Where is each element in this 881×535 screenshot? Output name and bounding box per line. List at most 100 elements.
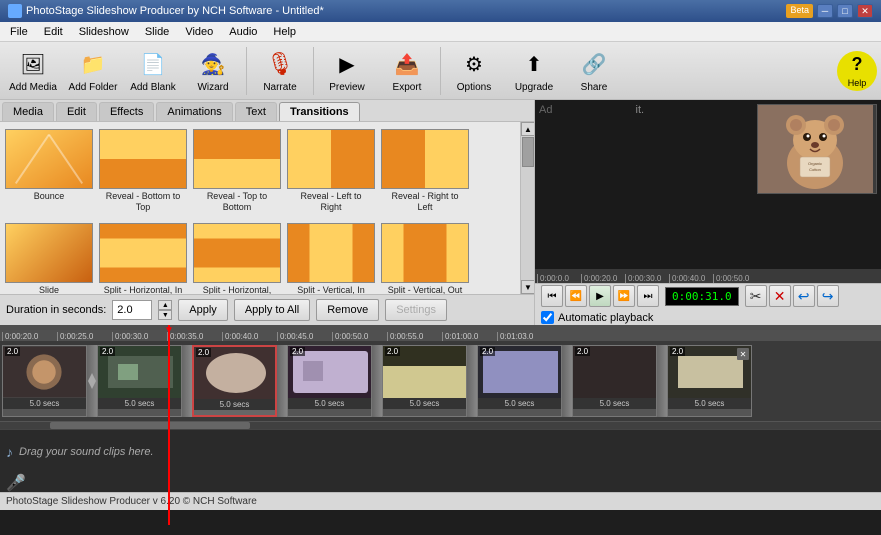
transition-marker-6	[562, 345, 572, 417]
transition-thumb-reveal-tb	[193, 129, 281, 189]
transition-slide[interactable]: Slide	[4, 220, 94, 294]
help-icon: ?	[841, 54, 873, 76]
tab-media[interactable]: Media	[2, 102, 54, 121]
export-button[interactable]: 📤 Export	[378, 45, 436, 97]
menu-help[interactable]: Help	[265, 22, 304, 41]
spin-down-button[interactable]: ▼	[158, 310, 172, 320]
tab-effects[interactable]: Effects	[99, 102, 154, 121]
share-button[interactable]: 🔗 Share	[565, 45, 623, 97]
clip-duration-5: 5.0 secs	[383, 398, 466, 409]
add-folder-button[interactable]: 📁 Add Folder	[64, 45, 122, 97]
scroll-up-button[interactable]: ▲	[521, 122, 534, 136]
svg-text:Cotton: Cotton	[809, 167, 821, 172]
timeline-clip-8[interactable]: 5.0 secs ✕ 2.0	[667, 345, 752, 417]
ruler-mark-6: 0:00:50.0	[332, 332, 387, 341]
timeline-track[interactable]: 5.0 secs 2.0 5.0 secs 2.0 5.0 secs 2.0 5…	[0, 341, 881, 421]
transition-label-reveal-rl: Reveal - Right to Left	[383, 191, 467, 213]
transition-thumb-split-hi	[99, 223, 187, 283]
spin-up-button[interactable]: ▲	[158, 300, 172, 310]
transition-thumb-split-vo	[381, 223, 469, 283]
narrate-button[interactable]: 🎙 Narrate	[251, 45, 309, 97]
apply-all-button[interactable]: Apply to All	[234, 299, 310, 321]
narrate-label: Narrate	[263, 82, 296, 93]
timeline-scroll-thumb[interactable]	[50, 422, 250, 429]
transition-label-split-vo: Split - Vertical, Out	[388, 285, 463, 294]
duration-input[interactable]	[112, 300, 152, 320]
ruler-tick-4: 0:00:50.0	[713, 274, 757, 283]
add-blank-icon: 📄	[137, 48, 169, 80]
upgrade-button[interactable]: ⬆ Upgrade	[505, 45, 563, 97]
maximize-button[interactable]: □	[837, 4, 853, 18]
close-button[interactable]: ✕	[857, 4, 873, 18]
tab-animations[interactable]: Animations	[156, 102, 232, 121]
apply-button[interactable]: Apply	[178, 299, 228, 321]
timeline-scrollbar[interactable]	[0, 421, 881, 429]
transition-thumb-split-ho	[193, 223, 281, 283]
minimize-button[interactable]: ─	[817, 4, 833, 18]
ruler-mark-8: 0:01:00.0	[442, 332, 497, 341]
timeline-clip-1[interactable]: 5.0 secs 2.0	[2, 345, 87, 417]
toolbar: 🖼 Add Media 📁 Add Folder 📄 Add Blank 🧙 W…	[0, 42, 881, 100]
toolbar-sep-3	[440, 47, 441, 95]
tab-text[interactable]: Text	[235, 102, 277, 121]
timeline-clip-4[interactable]: 5.0 secs 2.0	[287, 345, 372, 417]
transition-split-vo[interactable]: Split - Vertical, Out	[380, 220, 470, 294]
timeline-clip-3[interactable]: 5.0 secs 2.0	[192, 345, 277, 417]
transition-bounce[interactable]: Bounce	[4, 126, 94, 216]
transition-marker-4	[372, 345, 382, 417]
transitions-scrollbar[interactable]: ▲ ▼	[520, 122, 534, 294]
remove-button[interactable]: Remove	[316, 299, 379, 321]
transition-split-hi[interactable]: Split - Horizontal, In	[98, 220, 188, 294]
preview-ruler: 0:00:0.0 0:00:20.0 0:00:30.0 0:00:40.0 0…	[535, 269, 881, 283]
wizard-button[interactable]: 🧙 Wizard	[184, 45, 242, 97]
delete-button[interactable]: ✕	[769, 285, 791, 307]
preview-ruler-inner: 0:00:0.0 0:00:20.0 0:00:30.0 0:00:40.0 0…	[535, 269, 881, 283]
menu-audio[interactable]: Audio	[221, 22, 265, 41]
scroll-thumb[interactable]	[522, 137, 534, 167]
transition-split-vi[interactable]: Split - Vertical, In	[286, 220, 376, 294]
scroll-track[interactable]	[521, 136, 534, 280]
scroll-down-button[interactable]: ▼	[521, 280, 534, 294]
cut-button[interactable]: ✂	[745, 285, 767, 307]
tab-transitions[interactable]: Transitions	[279, 102, 360, 121]
timeline-clip-6[interactable]: 5.0 secs 2.0	[477, 345, 562, 417]
clip-remove-button[interactable]: ✕	[737, 348, 749, 360]
preview-button[interactable]: ▶ Preview	[318, 45, 376, 97]
step-forward-button[interactable]: ⏩	[613, 285, 635, 307]
tab-edit[interactable]: Edit	[56, 102, 97, 121]
transition-reveal-tb[interactable]: Reveal - Top to Bottom	[192, 126, 282, 216]
transition-reveal-rl[interactable]: Reveal - Right to Left	[380, 126, 470, 216]
autoplay-checkbox[interactable]	[541, 311, 554, 324]
go-end-button[interactable]: ⏭	[637, 285, 659, 307]
upgrade-label: Upgrade	[515, 82, 553, 93]
play-button[interactable]: ▶	[589, 285, 611, 307]
menu-slide[interactable]: Slide	[137, 22, 177, 41]
menu-video[interactable]: Video	[177, 22, 221, 41]
export-label: Export	[393, 82, 422, 93]
settings-button[interactable]: Settings	[385, 299, 447, 321]
help-button[interactable]: ? Help	[837, 51, 877, 91]
timeline-clip-7[interactable]: 5.0 secs 2.0	[572, 345, 657, 417]
undo-button[interactable]: ↩	[793, 285, 815, 307]
add-blank-button[interactable]: 📄 Add Blank	[124, 45, 182, 97]
step-back-button[interactable]: ⏪	[565, 285, 587, 307]
transition-split-ho[interactable]: Split - Horizontal, Out	[192, 220, 282, 294]
go-start-button[interactable]: ⏮	[541, 285, 563, 307]
add-media-button[interactable]: 🖼 Add Media	[4, 45, 62, 97]
ruler-mark-5: 0:00:45.0	[277, 332, 332, 341]
timeline-clip-5[interactable]: 5.0 secs 2.0	[382, 345, 467, 417]
ruler-tick-1: 0:00:20.0	[581, 274, 625, 283]
options-button[interactable]: ⚙ Options	[445, 45, 503, 97]
add-blank-label: Add Blank	[130, 82, 176, 93]
clip-num-8: 2.0	[670, 347, 685, 356]
menu-bar: File Edit Slideshow Slide Video Audio He…	[0, 22, 881, 42]
transition-reveal-bt[interactable]: Reveal - Bottom to Top	[98, 126, 188, 216]
clip-num-4: 2.0	[290, 347, 305, 356]
menu-edit[interactable]: Edit	[36, 22, 71, 41]
menu-slideshow[interactable]: Slideshow	[71, 22, 137, 41]
redo-button[interactable]: ↪	[817, 285, 839, 307]
transition-reveal-lr[interactable]: Reveal - Left to Right	[286, 126, 376, 216]
transition-thumb-reveal-bt	[99, 129, 187, 189]
transition-marker-7	[657, 345, 667, 417]
menu-file[interactable]: File	[2, 22, 36, 41]
